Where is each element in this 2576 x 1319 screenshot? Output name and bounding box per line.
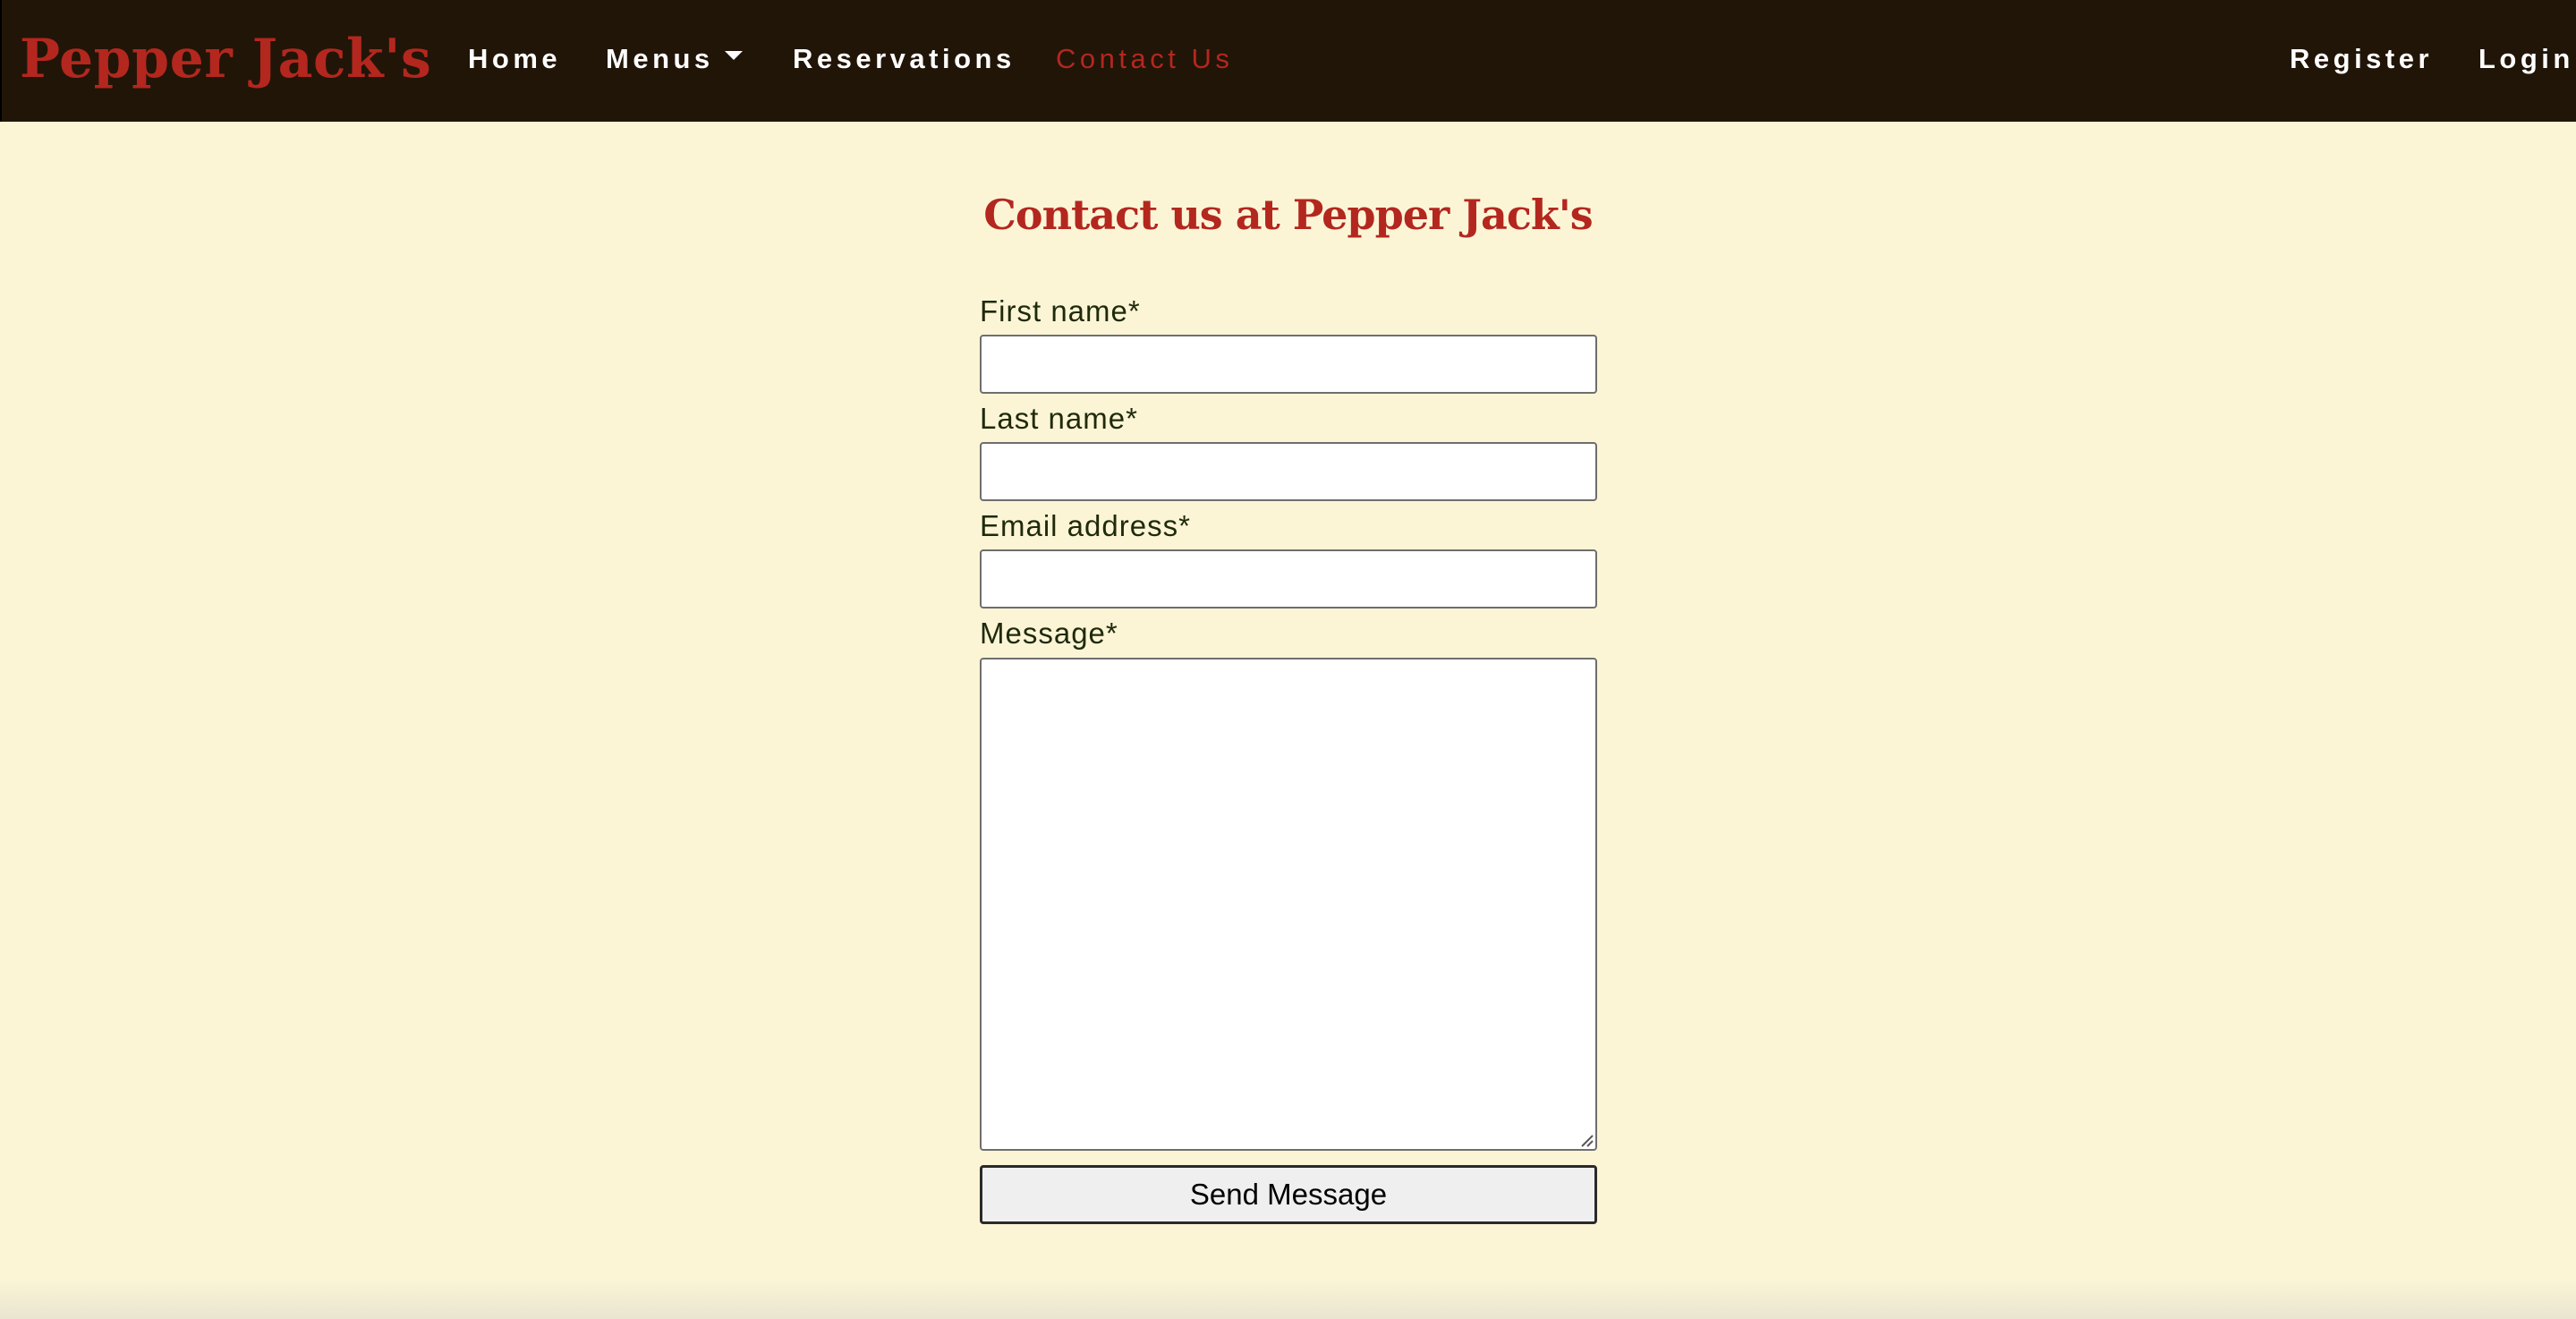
nav-reservations-label: Reservations	[793, 43, 1016, 74]
email-label: Email address*	[980, 509, 1191, 542]
nav-menus-dropdown[interactable]: Menus	[606, 39, 743, 79]
nav-reservations[interactable]: Reservations	[793, 39, 1016, 79]
first-name-label: First name*	[980, 294, 1141, 328]
nav-contact-us-label: Contact Us	[1056, 43, 1234, 74]
last-name-field[interactable]	[980, 442, 1597, 501]
nav-login[interactable]: Login	[2478, 39, 2574, 79]
send-message-button[interactable]: Send Message	[980, 1165, 1597, 1224]
chevron-down-icon	[724, 50, 743, 60]
first-name-field[interactable]	[980, 335, 1597, 394]
message-field[interactable]	[980, 658, 1597, 1151]
nav-register-label: Register	[2290, 43, 2434, 74]
nav-menus-label: Menus	[606, 43, 714, 74]
resize-grip-icon[interactable]	[1577, 1131, 1594, 1147]
brand-logo[interactable]: Pepper Jack's	[20, 27, 431, 91]
nav-contact-us[interactable]: Contact Us	[1056, 39, 1233, 79]
nav-register[interactable]: Register	[2290, 39, 2433, 79]
nav-login-label: Login	[2478, 43, 2574, 74]
message-label: Message*	[980, 617, 1118, 650]
footer-shadow	[0, 1280, 2576, 1319]
last-name-label: Last name*	[980, 402, 1138, 435]
nav-home[interactable]: Home	[468, 39, 561, 79]
page-title: Contact us at Pepper Jack's	[983, 191, 1593, 239]
navbar: Pepper Jack's Home Menus Reservations Co…	[0, 0, 2576, 122]
email-field[interactable]	[980, 549, 1597, 608]
nav-home-label: Home	[468, 43, 562, 74]
